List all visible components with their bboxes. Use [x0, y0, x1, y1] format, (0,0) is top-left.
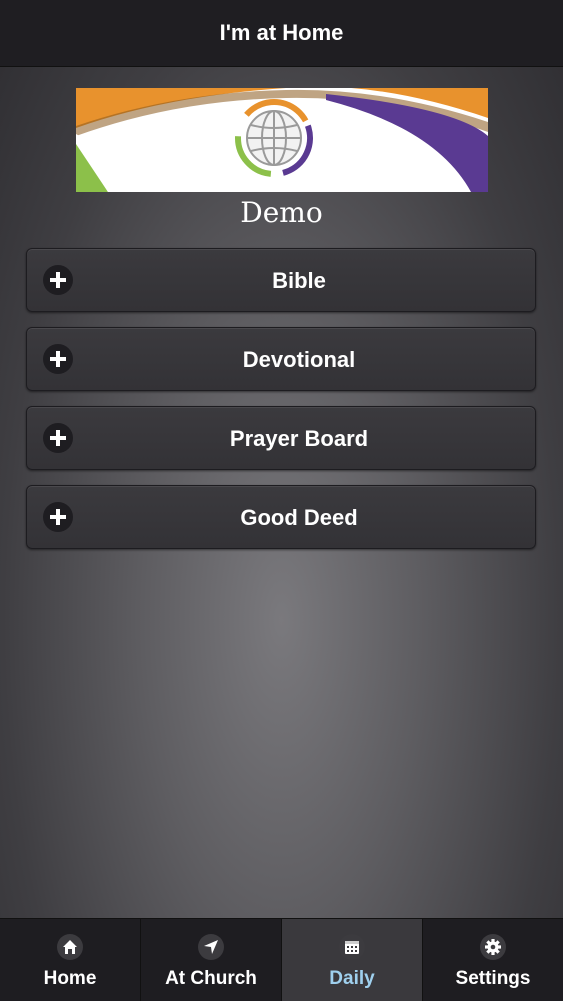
bible-label: Bible — [272, 268, 326, 293]
tab-settings[interactable]: Settings — [423, 919, 563, 1001]
devotional-label: Devotional — [242, 347, 356, 372]
tab-home-label: Home — [43, 968, 97, 989]
logo-caption: Demo — [240, 196, 323, 229]
bottom-tab-bar: Home At Church Daily Settings — [0, 918, 563, 1001]
tab-at-church[interactable]: At Church — [141, 919, 282, 1001]
tab-settings-label: Settings — [455, 968, 531, 989]
tab-home[interactable]: Home — [0, 919, 141, 1001]
church-logo — [76, 88, 488, 192]
page-title: I'm at Home — [219, 20, 344, 45]
tab-daily[interactable]: Daily — [282, 919, 423, 1001]
prayer-board-button[interactable]: Prayer Board — [26, 406, 536, 470]
devotional-button[interactable]: Devotional — [26, 327, 536, 391]
bible-button[interactable]: Bible — [26, 248, 536, 312]
prayer-board-label: Prayer Board — [229, 426, 369, 451]
gear-icon — [480, 934, 506, 960]
navigation-arrow-icon — [198, 934, 224, 960]
header-bar: I'm at Home — [0, 0, 563, 67]
tab-daily-label: Daily — [329, 968, 375, 989]
tab-at-church-label: At Church — [165, 968, 257, 989]
good-deed-button[interactable]: Good Deed — [26, 485, 536, 549]
calendar-icon — [339, 934, 365, 960]
home-icon — [57, 934, 83, 960]
good-deed-label: Good Deed — [240, 505, 358, 530]
